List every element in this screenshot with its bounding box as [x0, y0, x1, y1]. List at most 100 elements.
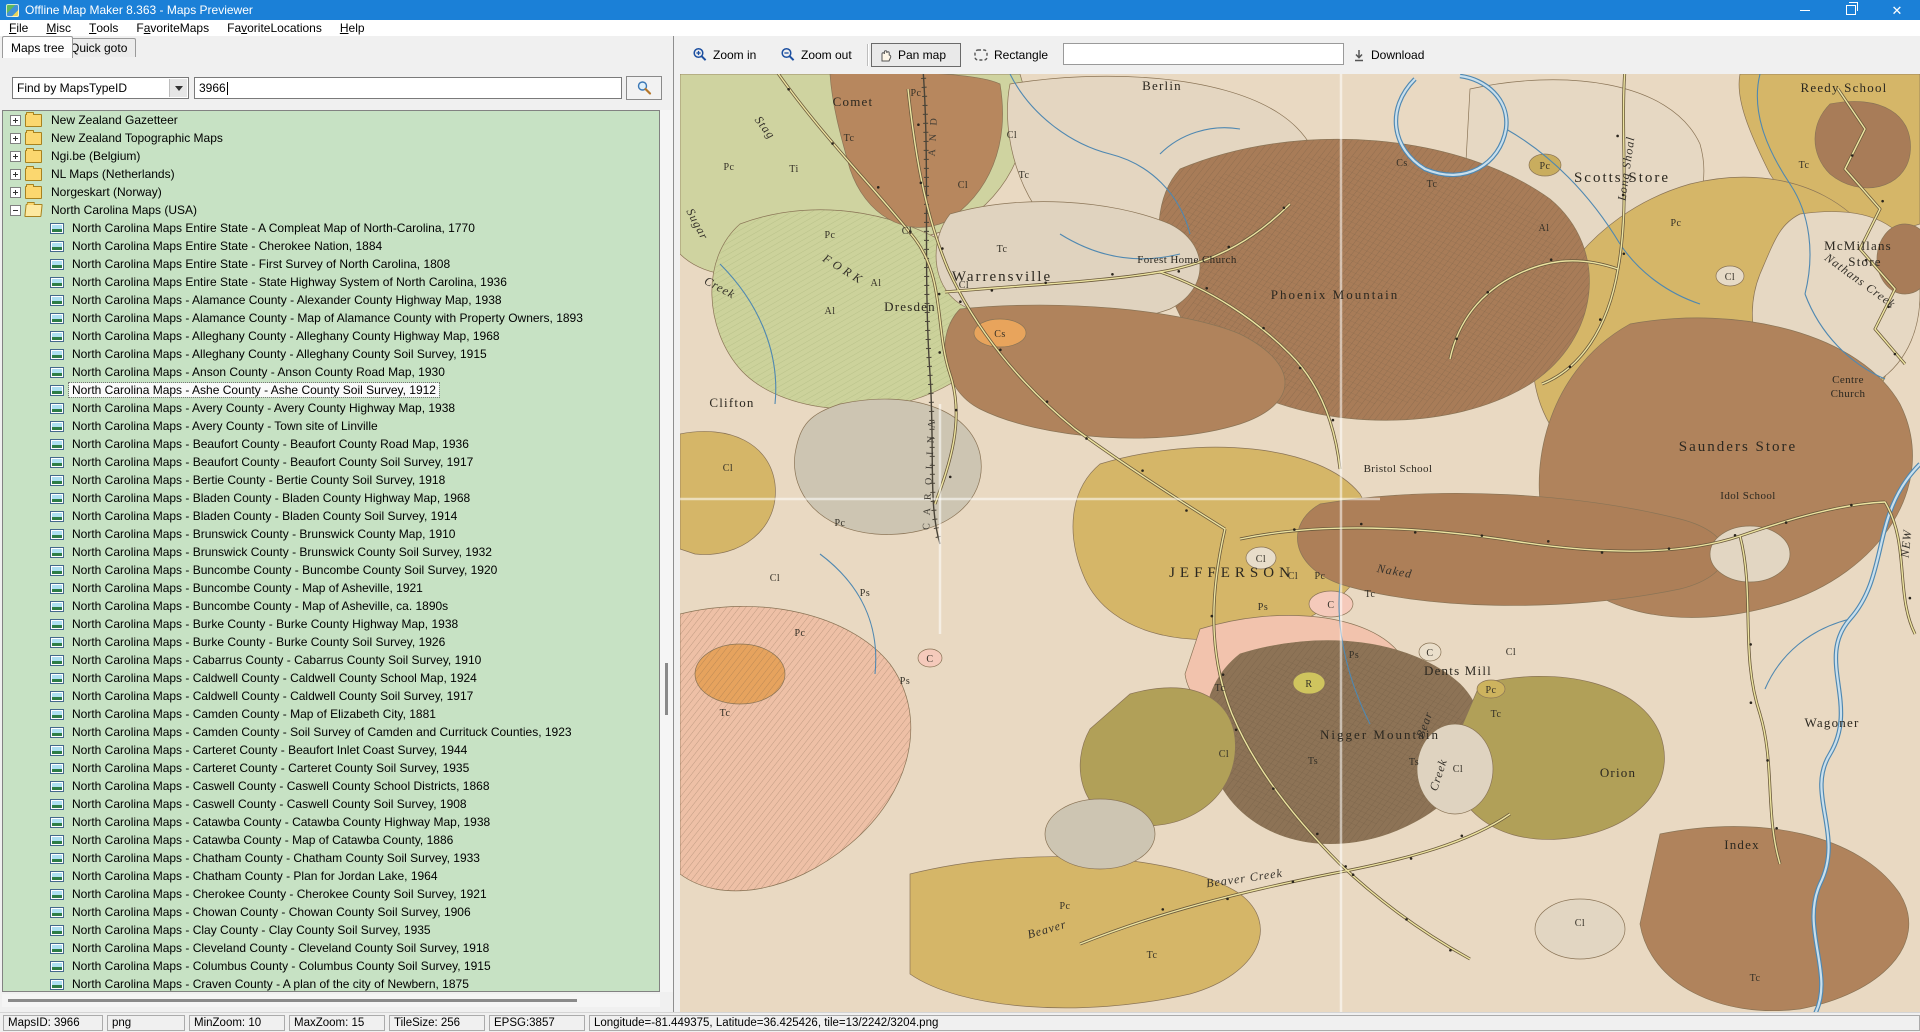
tree-item-map[interactable]: North Carolina Maps - Camden County - Ma… — [3, 705, 659, 723]
tree-item-map[interactable]: North Carolina Maps - Burke County - Bur… — [3, 615, 659, 633]
tree-item-map[interactable]: North Carolina Maps - Buncombe County - … — [3, 561, 659, 579]
tree-item-map[interactable]: North Carolina Maps - Cabarrus County - … — [3, 651, 659, 669]
tree-item-folder[interactable]: New Zealand Topographic Maps — [3, 129, 659, 147]
tree-item-map[interactable]: North Carolina Maps - Cherokee County - … — [3, 885, 659, 903]
map-thumbnail-icon — [50, 367, 64, 378]
tree-item-map[interactable]: North Carolina Maps - Alamance County - … — [3, 309, 659, 327]
search-input[interactable]: 3966 — [194, 77, 622, 99]
map-label: JEFFERSON — [1169, 565, 1295, 581]
tree-item-map[interactable]: North Carolina Maps - Ashe County - Ashe… — [3, 381, 659, 399]
house-dot — [1668, 547, 1671, 550]
tree-item-folder[interactable]: Norgeskart (Norway) — [3, 183, 659, 201]
tree-item-map[interactable]: North Carolina Maps - Cleveland County -… — [3, 939, 659, 957]
house-dot — [1785, 521, 1788, 524]
tree-item-map[interactable]: North Carolina Maps - Caldwell County - … — [3, 669, 659, 687]
tree-horizontal-scrollbar[interactable] — [2, 994, 660, 1007]
tree-item-map[interactable]: North Carolina Maps - Beaufort County - … — [3, 453, 659, 471]
tree-item-map[interactable]: North Carolina Maps - Alleghany County -… — [3, 345, 659, 363]
tree-item-map[interactable]: North Carolina Maps - Avery County - Tow… — [3, 417, 659, 435]
tree-item-folder[interactable]: North Carolina Maps (USA) — [3, 201, 659, 219]
map-thumbnail-icon — [50, 583, 64, 594]
menu-file[interactable]: File — [0, 20, 37, 36]
tab-maps-tree[interactable]: Maps tree — [2, 36, 73, 58]
tree-item-map[interactable]: North Carolina Maps - Carteret County - … — [3, 741, 659, 759]
tree-item-map[interactable]: North Carolina Maps - Catawba County - C… — [3, 813, 659, 831]
tree-item-map[interactable]: North Carolina Maps - Beaufort County - … — [3, 435, 659, 453]
collapse-icon[interactable] — [10, 205, 21, 216]
tree-item-map[interactable]: North Carolina Maps - Craven County - A … — [3, 975, 659, 992]
folder-icon — [25, 168, 42, 181]
expand-icon[interactable] — [10, 187, 21, 198]
expand-icon[interactable] — [10, 133, 21, 144]
map-thumbnail-icon — [50, 493, 64, 504]
soil-code-label: Pc — [1060, 901, 1071, 912]
house-dot — [999, 349, 1002, 352]
zoom-in-button[interactable]: Zoom in — [686, 43, 762, 67]
soil-code-label: Pc — [911, 88, 922, 99]
tree-item-map[interactable]: North Carolina Maps - Brunswick County -… — [3, 525, 659, 543]
tree-item-map[interactable]: North Carolina Maps Entire State - State… — [3, 273, 659, 291]
menu-help[interactable]: Help — [331, 20, 374, 36]
tree-item-map[interactable]: North Carolina Maps - Buncombe County - … — [3, 597, 659, 615]
find-mode-select[interactable]: Find by MapsTypeID — [12, 77, 189, 99]
tree-item-map[interactable]: North Carolina Maps - Alleghany County -… — [3, 327, 659, 345]
coordinate-input[interactable] — [1063, 43, 1344, 65]
hscroll-thumb[interactable] — [8, 999, 577, 1002]
tree-item-map[interactable]: North Carolina Maps - Bertie County - Be… — [3, 471, 659, 489]
tree-item-map[interactable]: North Carolina Maps - Brunswick County -… — [3, 543, 659, 561]
tree-item-map[interactable]: North Carolina Maps - Catawba County - M… — [3, 831, 659, 849]
menu-favoritelocations[interactable]: FavoriteLocations — [218, 20, 331, 36]
tree-item-map[interactable]: North Carolina Maps - Columbus County - … — [3, 957, 659, 975]
menu-misc[interactable]: Misc — [37, 20, 80, 36]
rectangle-select-icon — [973, 47, 989, 63]
tree-item-map[interactable]: North Carolina Maps - Alamance County - … — [3, 291, 659, 309]
search-button[interactable] — [626, 76, 662, 100]
tree-item-label: North Carolina Maps - Buncombe County - … — [69, 563, 500, 577]
tree-item-map[interactable]: North Carolina Maps - Chatham County - C… — [3, 849, 659, 867]
soil-code-label: Tc — [1215, 683, 1226, 694]
map-viewport[interactable]: CometBerlinReedy SchoolScotts StoreMcMil… — [680, 74, 1920, 1012]
house-dot — [1360, 523, 1363, 526]
close-button[interactable]: ✕ — [1874, 0, 1920, 20]
tree-item-map[interactable]: North Carolina Maps Entire State - First… — [3, 255, 659, 273]
expand-icon[interactable] — [10, 115, 21, 126]
pan-map-button[interactable]: Pan map — [871, 43, 961, 67]
tree-item-map[interactable]: North Carolina Maps - Buncombe County - … — [3, 579, 659, 597]
tree-item-label: North Carolina Maps - Caswell County - C… — [69, 797, 470, 811]
tree-item-map[interactable]: North Carolina Maps - Burke County - Bur… — [3, 633, 659, 651]
tree-item-folder[interactable]: New Zealand Gazetteer — [3, 111, 659, 129]
tree-item-map[interactable]: North Carolina Maps - Chowan County - Ch… — [3, 903, 659, 921]
tree-item-folder[interactable]: NL Maps (Netherlands) — [3, 165, 659, 183]
menu-favoritemaps[interactable]: FavoriteMaps — [127, 20, 218, 36]
tree-item-map[interactable]: North Carolina Maps - Caswell County - C… — [3, 795, 659, 813]
expand-icon[interactable] — [10, 151, 21, 162]
restore-button[interactable] — [1828, 0, 1874, 20]
zoom-out-button[interactable]: Zoom out — [774, 43, 858, 67]
tree-item-map[interactable]: North Carolina Maps - Caldwell County - … — [3, 687, 659, 705]
chevron-down-icon[interactable] — [169, 79, 187, 97]
house-dot — [1909, 597, 1912, 600]
tree-item-map[interactable]: North Carolina Maps - Chatham County - P… — [3, 867, 659, 885]
download-button[interactable]: Download — [1346, 43, 1430, 67]
rectangle-button[interactable]: Rectangle — [967, 43, 1054, 67]
map-thumbnail-icon — [50, 403, 64, 414]
tree-item-map[interactable]: North Carolina Maps - Clay County - Clay… — [3, 921, 659, 939]
tree-item-map[interactable]: North Carolina Maps - Bladen County - Bl… — [3, 507, 659, 525]
minimize-button[interactable] — [1782, 0, 1828, 20]
tree-item-map[interactable]: North Carolina Maps - Anson County - Ans… — [3, 363, 659, 381]
tree-vertical-scrollbar[interactable] — [660, 110, 673, 992]
tree-item-map[interactable]: North Carolina Maps - Carteret County - … — [3, 759, 659, 777]
house-dot — [1766, 759, 1769, 762]
menu-tools[interactable]: Tools — [80, 20, 127, 36]
tree-item-label: North Carolina Maps - Bladen County - Bl… — [69, 491, 473, 505]
tree-item-map[interactable]: North Carolina Maps Entire State - Chero… — [3, 237, 659, 255]
status-cell-5: EPSG:3857 — [489, 1015, 585, 1031]
vscroll-thumb[interactable] — [665, 663, 668, 715]
tree-item-map[interactable]: North Carolina Maps - Camden County - So… — [3, 723, 659, 741]
tree-item-map[interactable]: North Carolina Maps - Caswell County - C… — [3, 777, 659, 795]
expand-icon[interactable] — [10, 169, 21, 180]
tree-item-map[interactable]: North Carolina Maps - Avery County - Ave… — [3, 399, 659, 417]
tree-item-folder[interactable]: Ngi.be (Belgium) — [3, 147, 659, 165]
tree-item-map[interactable]: North Carolina Maps Entire State - A Com… — [3, 219, 659, 237]
tree-item-map[interactable]: North Carolina Maps - Bladen County - Bl… — [3, 489, 659, 507]
